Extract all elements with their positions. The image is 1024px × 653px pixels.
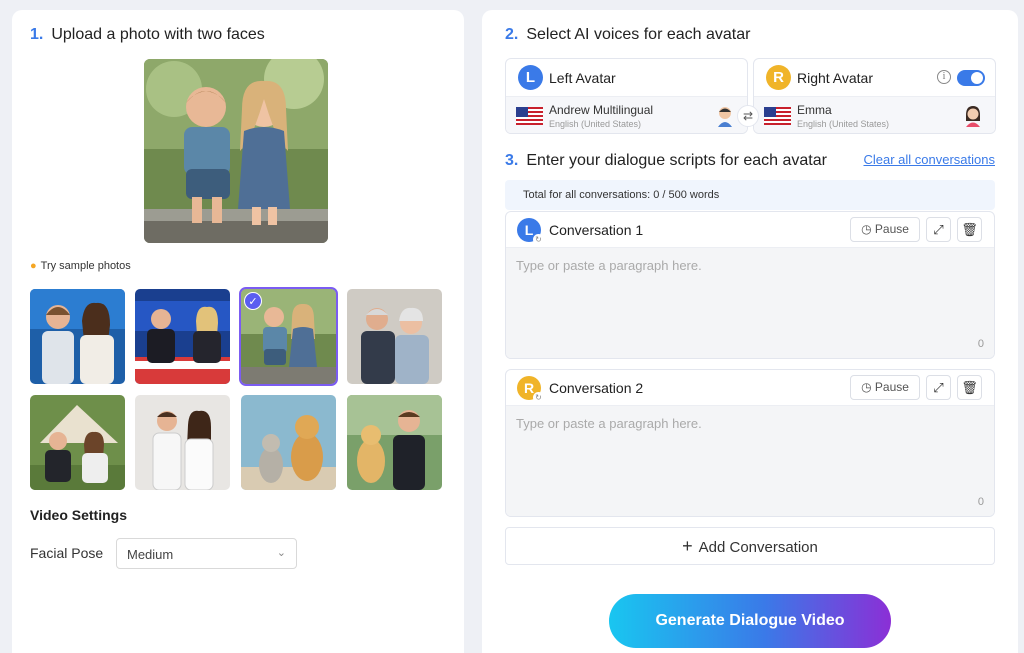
video-settings-title: Video Settings <box>30 507 127 523</box>
chevron-down-icon: ⌄ <box>276 547 286 559</box>
conversation-2-textarea[interactable]: Type or paste a paragraph here. 0 <box>506 406 994 516</box>
right-avatar-voice[interactable]: Emma English (United States) <box>754 97 995 133</box>
male-voice-avatar-icon <box>718 107 732 127</box>
left-avatar-header: L Left Avatar <box>506 59 747 97</box>
refresh-icon: ↻ <box>533 234 544 245</box>
right-panel: 2. Select AI voices for each avatar L Lef… <box>482 10 1018 653</box>
sample-photo-6-image <box>135 395 230 490</box>
right-voice-locale: English (United States) <box>797 119 890 129</box>
right-avatar-badge: R <box>766 65 791 90</box>
sample-photo-3[interactable]: ✓ <box>239 287 338 386</box>
conversation-1-header: L ↻ Conversation 1 ◷ Pause ⤢ 🗑 <box>506 212 994 248</box>
us-flag-icon <box>764 107 791 125</box>
sample-photos-label: ● Try sample photos <box>30 260 131 272</box>
conversation-1-placeholder: Type or paste a paragraph here. <box>516 258 702 273</box>
left-voice-name: Andrew Multilingual <box>549 103 654 117</box>
uploaded-photo[interactable] <box>144 59 328 243</box>
facial-pose-value: Medium <box>127 547 174 562</box>
sample-photo-1[interactable] <box>30 289 125 384</box>
generate-video-button[interactable]: Generate Dialogue Video <box>609 594 891 648</box>
sample-photo-7-image <box>241 395 336 490</box>
right-avatar-name: Right Avatar <box>797 70 874 86</box>
conversation-1-textarea[interactable]: Type or paste a paragraph here. 0 <box>506 248 994 358</box>
trash-icon[interactable]: 🗑 <box>957 375 982 400</box>
sample-photo-8-image <box>347 395 442 490</box>
sample-photo-4[interactable] <box>347 289 442 384</box>
uploaded-photo-image <box>144 59 328 243</box>
step1-label: Upload a photo with two faces <box>51 26 265 43</box>
right-avatar-toggle[interactable] <box>957 70 985 86</box>
sample-photo-1-image <box>30 289 125 384</box>
conversation-1-count: 0 <box>977 338 984 350</box>
clear-all-link[interactable]: Clear all conversations <box>863 152 995 167</box>
sample-photo-4-image <box>347 289 442 384</box>
left-avatar-voice[interactable]: Andrew Multilingual English (United Stat… <box>506 97 747 133</box>
right-avatar-card: R Right Avatar i Emma English (United St… <box>753 58 996 134</box>
conversation-1-badge[interactable]: L ↻ <box>517 218 544 245</box>
conversation-2-header: R ↻ Conversation 2 ◷ Pause ⤢ 🗑 <box>506 370 994 406</box>
refresh-icon: ↻ <box>533 392 544 403</box>
step3-label: Enter your dialogue scripts for each ava… <box>526 152 827 169</box>
facial-pose-select[interactable]: Medium ⌄ <box>116 538 297 569</box>
conversation-1-title: Conversation 1 <box>549 222 644 238</box>
pause-button[interactable]: ◷ Pause <box>850 217 920 242</box>
sample-photo-8[interactable] <box>347 395 442 490</box>
bulb-icon: ● <box>30 260 37 272</box>
info-icon[interactable]: i <box>937 70 951 84</box>
right-avatar-header: R Right Avatar i <box>754 59 995 97</box>
step2-number: 2. <box>505 26 519 43</box>
toggle-knob <box>971 72 983 84</box>
sample-photo-2-image <box>135 289 230 384</box>
sample-photo-5-image <box>30 395 125 490</box>
left-avatar-badge: L <box>518 65 543 90</box>
right-voice-name: Emma <box>797 103 832 117</box>
clock-icon: ◷ <box>861 222 872 236</box>
conversation-2-placeholder: Type or paste a paragraph here. <box>516 416 702 431</box>
clock-icon: ◷ <box>861 380 872 394</box>
sample-photo-2[interactable] <box>135 289 230 384</box>
conversation-2-badge[interactable]: R ↻ <box>517 376 544 403</box>
step2-title: 2. Select AI voices for each avatar <box>505 26 750 44</box>
left-avatar-name: Left Avatar <box>549 70 616 86</box>
add-conversation-button[interactable]: + Add Conversation <box>505 527 995 565</box>
step1-number: 1. <box>30 26 44 43</box>
facial-pose-label: Facial Pose <box>30 545 104 561</box>
pause-button[interactable]: ◷ Pause <box>850 375 920 400</box>
step1-title: 1. Upload a photo with two faces <box>30 26 265 44</box>
female-voice-avatar-icon <box>966 106 980 127</box>
conversation-2-count: 0 <box>977 496 984 508</box>
swap-icon[interactable]: ⇄ <box>737 105 759 127</box>
step2-label: Select AI voices for each avatar <box>526 26 751 43</box>
us-flag-icon <box>516 107 543 125</box>
step3-title: 3. Enter your dialogue scripts for each a… <box>505 152 827 170</box>
trash-icon[interactable]: 🗑 <box>957 217 982 242</box>
sample-photo-6[interactable] <box>135 395 230 490</box>
left-panel: 1. Upload a photo with two faces ● Try sa <box>12 10 464 653</box>
check-icon: ✓ <box>244 292 262 310</box>
conversation-2: R ↻ Conversation 2 ◷ Pause ⤢ 🗑 Type or p… <box>505 369 995 517</box>
conversation-2-title: Conversation 2 <box>549 380 644 396</box>
sample-photo-7[interactable] <box>241 395 336 490</box>
left-avatar-card: L Left Avatar Andrew Multilingual Englis… <box>505 58 748 134</box>
sample-photo-5[interactable] <box>30 395 125 490</box>
expand-icon[interactable]: ⤢ <box>926 375 951 400</box>
total-words: Total for all conversations: 0 / 500 wor… <box>505 180 995 210</box>
left-voice-locale: English (United States) <box>549 119 642 129</box>
step3-number: 3. <box>505 152 519 169</box>
expand-icon[interactable]: ⤢ <box>926 217 951 242</box>
conversation-1: L ↻ Conversation 1 ◷ Pause ⤢ 🗑 Type or p… <box>505 211 995 359</box>
plus-icon: + <box>682 536 693 556</box>
